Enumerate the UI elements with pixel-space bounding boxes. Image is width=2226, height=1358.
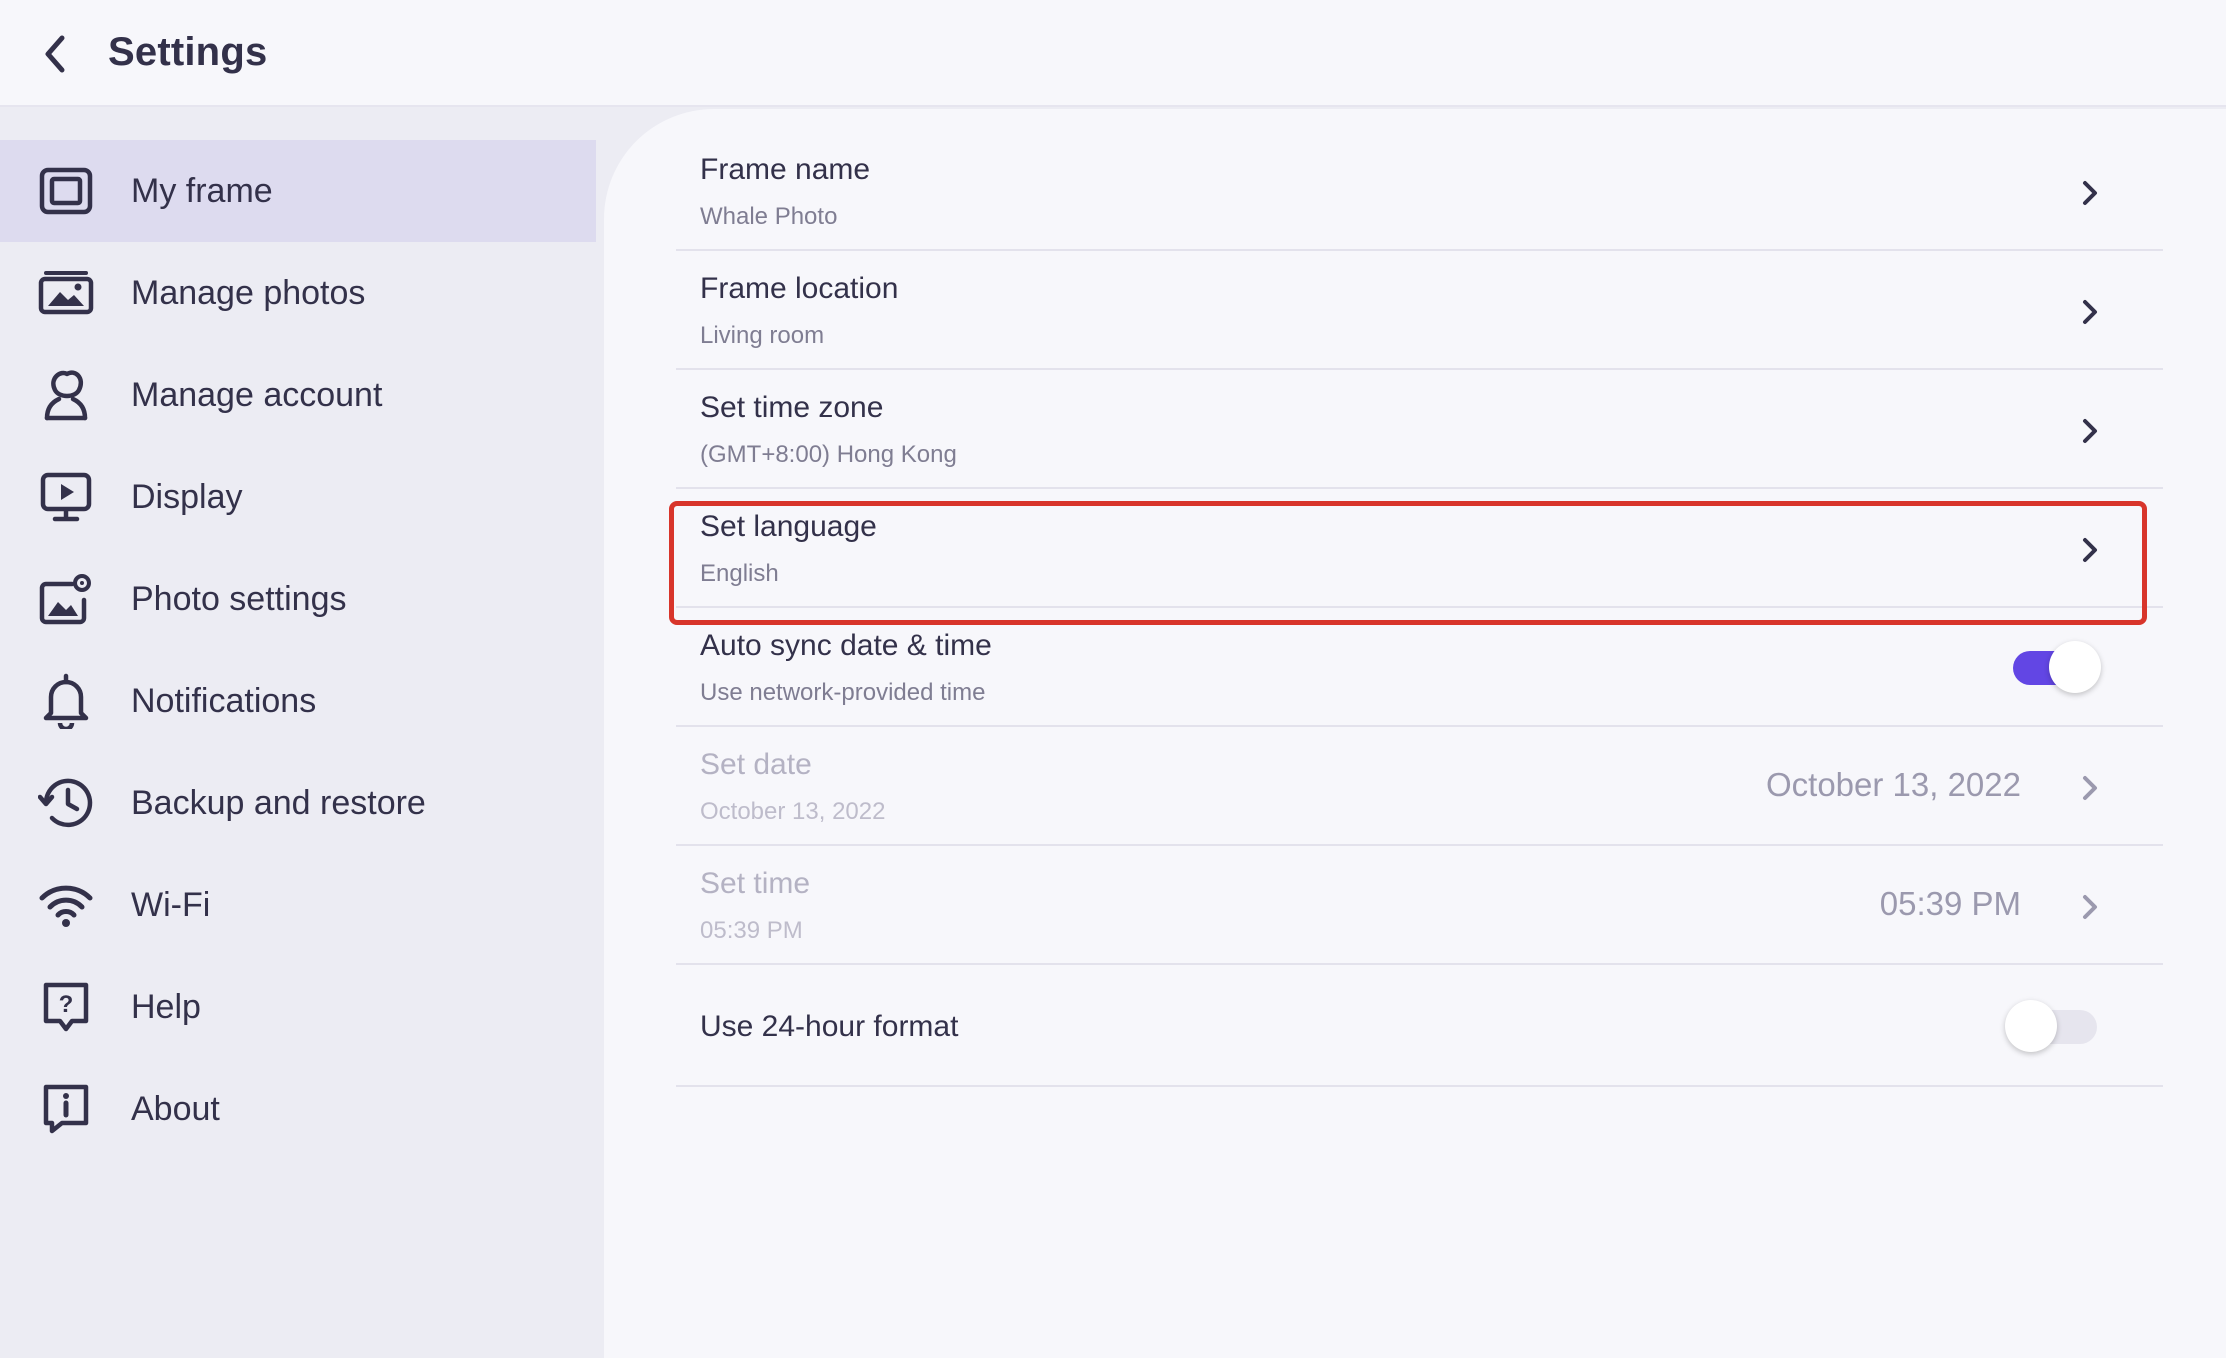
language-row[interactable]: Set language English (676, 490, 2163, 608)
row-title: Set language (700, 510, 877, 543)
svg-text:?: ? (59, 991, 74, 1018)
row-value: Living room (700, 322, 825, 349)
chevron-right-icon (2077, 173, 2103, 213)
row-title: Frame location (700, 272, 899, 305)
frame-name-row[interactable]: Frame name Whale Photo (676, 133, 2163, 251)
info-icon (36, 1079, 96, 1139)
sidebar-item-manage-account[interactable]: Manage account (0, 344, 596, 446)
set-date-row[interactable]: Set date October 13, 2022 October 13, 20… (676, 728, 2163, 846)
sidebar-item-label: Wi-Fi (131, 885, 211, 924)
back-button[interactable] (30, 26, 80, 82)
sidebar-item-manage-photos[interactable]: Manage photos (0, 242, 596, 344)
frame-icon (36, 161, 96, 221)
chevron-right-icon (2077, 530, 2103, 570)
app-header: Settings (0, 0, 2226, 107)
sidebar-item-my-frame[interactable]: My frame (0, 140, 596, 242)
row-value: 05:39 PM (700, 917, 803, 944)
row-title: Frame name (700, 153, 871, 186)
row-value: Whale Photo (700, 203, 838, 230)
toggle-knob (2005, 1000, 2057, 1052)
sidebar-item-label: Photo settings (131, 579, 347, 618)
chevron-right-icon (2077, 768, 2103, 808)
sidebar-item-label: Display (131, 477, 243, 516)
set-time-row[interactable]: Set time 05:39 PM 05:39 PM (676, 847, 2163, 965)
auto-sync-toggle[interactable] (2005, 639, 2101, 695)
sidebar-item-about[interactable]: About (0, 1058, 596, 1160)
frame-location-row[interactable]: Frame location Living room (676, 252, 2163, 370)
time-zone-row[interactable]: Set time zone (GMT+8:00) Hong Kong (676, 371, 2163, 489)
row-subtitle: Use network-provided time (700, 679, 986, 706)
sidebar-item-label: Manage account (131, 375, 383, 414)
page-title: Settings (108, 30, 268, 74)
row-value: (GMT+8:00) Hong Kong (700, 441, 957, 468)
row-title: Set time (700, 867, 811, 900)
row-value: October 13, 2022 (700, 798, 886, 825)
row-title: Use 24-hour format (700, 1010, 959, 1043)
chevron-right-icon (2077, 411, 2103, 451)
sidebar-item-photo-settings[interactable]: Photo settings (0, 548, 596, 650)
help-icon: ? (36, 977, 96, 1037)
chevron-right-icon (2077, 887, 2103, 927)
chevron-left-icon (45, 35, 65, 73)
hour24-toggle[interactable] (2005, 998, 2101, 1054)
date-display-value: October 13, 2022 (1765, 766, 2021, 803)
chevron-right-icon (2077, 292, 2103, 332)
sidebar-item-label: Manage photos (131, 273, 366, 312)
photo-settings-icon (36, 569, 96, 629)
sidebar-item-backup-restore[interactable]: Backup and restore (0, 752, 596, 854)
toggle-knob (2049, 641, 2101, 693)
sidebar-item-label: About (131, 1089, 220, 1128)
sidebar-item-label: My frame (131, 171, 273, 210)
row-title: Auto sync date & time (700, 629, 992, 662)
row-title: Set date (700, 748, 812, 781)
row-value: English (700, 560, 779, 587)
wifi-icon (36, 875, 96, 935)
photos-icon (36, 263, 96, 323)
hour24-row[interactable]: Use 24-hour format (676, 966, 2163, 1087)
history-icon (36, 773, 96, 833)
time-display-value: 05:39 PM (1879, 885, 2021, 922)
sidebar-item-notifications[interactable]: Notifications (0, 650, 596, 752)
bell-icon (36, 671, 96, 731)
auto-sync-row[interactable]: Auto sync date & time Use network-provid… (676, 609, 2163, 727)
settings-app: Settings My frame Manage photos Manage a… (0, 0, 2226, 1358)
sidebar-item-display[interactable]: Display (0, 446, 596, 548)
sidebar: My frame Manage photos Manage account Di… (0, 109, 604, 1358)
account-icon (36, 365, 96, 425)
display-icon (36, 467, 96, 527)
sidebar-item-help[interactable]: ? Help (0, 956, 596, 1058)
sidebar-item-label: Notifications (131, 681, 317, 720)
row-title: Set time zone (700, 391, 884, 424)
sidebar-item-wifi[interactable]: Wi-Fi (0, 854, 596, 956)
sidebar-item-label: Backup and restore (131, 783, 426, 822)
sidebar-item-label: Help (131, 987, 201, 1026)
settings-panel: Frame name Whale Photo Frame location Li… (604, 109, 2226, 1358)
